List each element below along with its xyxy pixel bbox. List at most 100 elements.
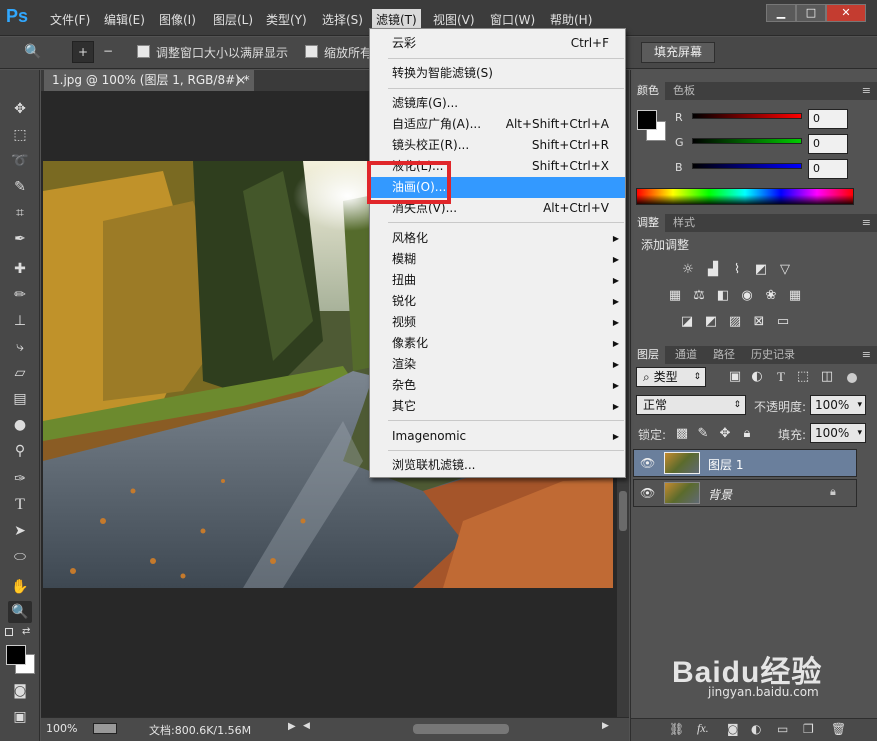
hue-saturation-icon[interactable]: ▦ bbox=[666, 288, 684, 304]
tab-styles[interactable]: 样式 bbox=[667, 214, 701, 232]
hand-tool-icon[interactable]: ✋ bbox=[8, 576, 32, 598]
tab-close-icon[interactable]: × bbox=[236, 70, 246, 91]
vibrance-icon[interactable]: ▽ bbox=[776, 262, 794, 278]
visibility-eye-icon[interactable]: 👁︎ bbox=[640, 456, 655, 470]
opacity-field[interactable]: 100% ▾ bbox=[810, 395, 866, 415]
green-slider[interactable] bbox=[692, 138, 802, 144]
menu-type[interactable]: 类型(Y) bbox=[264, 11, 309, 29]
tab-paths[interactable]: 路径 bbox=[707, 346, 741, 364]
horizontal-scroll-thumb[interactable] bbox=[413, 724, 509, 734]
resize-windows-checkbox[interactable] bbox=[137, 45, 150, 58]
selective-color-icon[interactable]: ⊠ bbox=[750, 314, 768, 330]
color-lookup-icon[interactable]: ▦ bbox=[786, 288, 804, 304]
type-tool-icon[interactable]: T bbox=[8, 494, 32, 516]
menu-item-noise[interactable]: 杂色 ▶ bbox=[371, 375, 625, 396]
marquee-tool-icon[interactable]: ⬚ bbox=[8, 124, 32, 146]
clone-stamp-tool-icon[interactable]: ⊥ bbox=[8, 310, 32, 332]
panel-menu-icon[interactable]: ≡ bbox=[856, 214, 877, 232]
lasso-tool-icon[interactable]: ➰ bbox=[8, 150, 32, 172]
exposure-icon[interactable]: ◩ bbox=[752, 262, 770, 278]
red-value-field[interactable]: 0 bbox=[808, 109, 848, 129]
threshold-icon[interactable]: ▨ bbox=[726, 314, 744, 330]
menu-item-distort[interactable]: 扭曲 ▶ bbox=[371, 270, 625, 291]
layer-filter-kind[interactable]: ⌕ 类型 ⇕ bbox=[636, 367, 706, 387]
blur-tool-icon[interactable]: ● bbox=[8, 414, 32, 436]
tab-layers[interactable]: 图层 bbox=[631, 346, 665, 364]
zoom-tool-icon[interactable]: 🔍 bbox=[8, 601, 32, 623]
menu-view[interactable]: 视图(V) bbox=[431, 11, 477, 29]
panel-menu-icon[interactable]: ≡ bbox=[856, 346, 877, 364]
screen-mode-icon[interactable]: ▣ bbox=[8, 706, 32, 728]
menu-item-pixelate[interactable]: 像素化 ▶ bbox=[371, 333, 625, 354]
brightness-contrast-icon[interactable]: ☼ bbox=[679, 262, 697, 278]
dodge-tool-icon[interactable]: ⚲ bbox=[8, 440, 32, 462]
zoom-all-checkbox[interactable] bbox=[305, 45, 318, 58]
move-tool-icon[interactable]: ✥ bbox=[8, 98, 32, 120]
layer-name[interactable]: 图层 1 bbox=[708, 456, 743, 473]
scroll-left-icon[interactable]: ◀ bbox=[303, 721, 310, 731]
layer-row-layer1[interactable]: 👁︎ 图层 1 bbox=[633, 449, 857, 477]
invert-icon[interactable]: ◪ bbox=[678, 314, 696, 330]
filter-type-icon[interactable]: T bbox=[772, 369, 790, 385]
delete-layer-icon[interactable]: 🗑︎ bbox=[831, 722, 846, 736]
tab-channels[interactable]: 通道 bbox=[669, 346, 703, 364]
eyedropper-tool-icon[interactable]: ✒ bbox=[8, 228, 32, 250]
new-adjustment-layer-icon[interactable]: ◐ bbox=[751, 722, 761, 736]
history-brush-tool-icon[interactable]: ⤷ bbox=[8, 336, 32, 358]
tab-color[interactable]: 颜色 bbox=[631, 82, 665, 100]
status-menu-arrow-icon[interactable]: ▶ bbox=[288, 721, 296, 732]
layer-style-fx-icon[interactable]: fx. bbox=[697, 721, 709, 736]
quick-mask-icon[interactable]: ◙ bbox=[8, 680, 32, 702]
filter-smart-object-icon[interactable]: ◫ bbox=[818, 369, 836, 385]
menu-help[interactable]: 帮助(H) bbox=[548, 11, 594, 29]
zoom-out-icon[interactable]: − bbox=[97, 41, 119, 63]
menu-layer[interactable]: 图层(L) bbox=[211, 11, 255, 29]
lock-transparent-icon[interactable]: ▩ bbox=[673, 426, 691, 442]
levels-icon[interactable]: ▟ bbox=[704, 262, 722, 278]
fill-screen-button[interactable]: 填充屏幕 bbox=[641, 42, 715, 63]
ellipse-tool-icon[interactable]: ⬭ bbox=[8, 546, 32, 568]
filter-shape-icon[interactable]: ⬚ bbox=[794, 369, 812, 385]
scroll-right-icon[interactable]: ▶ bbox=[602, 721, 609, 731]
foreground-color-swatch[interactable] bbox=[6, 645, 26, 665]
photo-filter-icon[interactable]: ◉ bbox=[738, 288, 756, 304]
filter-adjustment-icon[interactable]: ◐ bbox=[748, 369, 766, 385]
menu-edit[interactable]: 编辑(E) bbox=[102, 11, 147, 29]
vertical-scroll-thumb[interactable] bbox=[619, 491, 627, 531]
menu-image[interactable]: 图像(I) bbox=[157, 11, 198, 29]
tab-history[interactable]: 历史记录 bbox=[745, 346, 801, 364]
brush-tool-icon[interactable]: ✏ bbox=[8, 284, 32, 306]
blue-value-field[interactable]: 0 bbox=[808, 159, 848, 179]
menu-item-stylize[interactable]: 风格化 ▶ bbox=[371, 228, 625, 249]
menu-item-adaptive-wide-angle[interactable]: 自适应广角(A)... Alt+Shift+Ctrl+A bbox=[371, 114, 625, 135]
swap-colors-icon[interactable]: ⇄ bbox=[22, 626, 30, 637]
lock-position-icon[interactable]: ✥ bbox=[716, 426, 734, 442]
zoom-tool-icon[interactable]: 🔍 bbox=[24, 44, 46, 62]
blue-slider[interactable] bbox=[692, 163, 802, 169]
filter-toggle-icon[interactable] bbox=[847, 373, 857, 383]
default-colors-icon[interactable] bbox=[5, 628, 13, 636]
menu-file[interactable]: 文件(F) bbox=[48, 11, 92, 29]
black-white-icon[interactable]: ◧ bbox=[714, 288, 732, 304]
menu-item-filter-gallery[interactable]: 滤镜库(G)... bbox=[371, 93, 625, 114]
eraser-tool-icon[interactable]: ▱ bbox=[8, 362, 32, 384]
menu-item-sharpen[interactable]: 锐化 ▶ bbox=[371, 291, 625, 312]
menu-item-clouds[interactable]: 云彩 Ctrl+F bbox=[371, 33, 625, 54]
pen-tool-icon[interactable]: ✑ bbox=[8, 468, 32, 490]
gradient-map-icon[interactable]: ▭ bbox=[774, 314, 792, 330]
tab-adjustments[interactable]: 调整 bbox=[631, 214, 665, 232]
crop-tool-icon[interactable]: ⌗ bbox=[8, 202, 32, 224]
new-group-icon[interactable]: ▭ bbox=[777, 722, 788, 736]
channel-mixer-icon[interactable]: ❀ bbox=[762, 288, 780, 304]
menu-item-convert-smart-filters[interactable]: 转换为智能滤镜(S) bbox=[371, 63, 625, 84]
visibility-eye-icon[interactable]: 👁︎ bbox=[640, 486, 655, 500]
zoom-level[interactable]: 100% bbox=[46, 722, 77, 735]
quick-select-tool-icon[interactable]: ✎ bbox=[8, 176, 32, 198]
add-mask-icon[interactable]: ◙ bbox=[727, 722, 739, 736]
panel-menu-icon[interactable]: ≡ bbox=[856, 82, 877, 100]
menu-window[interactable]: 窗口(W) bbox=[488, 11, 537, 29]
menu-item-browse-online-filters[interactable]: 浏览联机滤镜... bbox=[371, 455, 625, 476]
minimize-button[interactable]: ▁ bbox=[766, 4, 796, 22]
menu-item-render[interactable]: 渲染 ▶ bbox=[371, 354, 625, 375]
path-select-tool-icon[interactable]: ➤ bbox=[8, 520, 32, 542]
